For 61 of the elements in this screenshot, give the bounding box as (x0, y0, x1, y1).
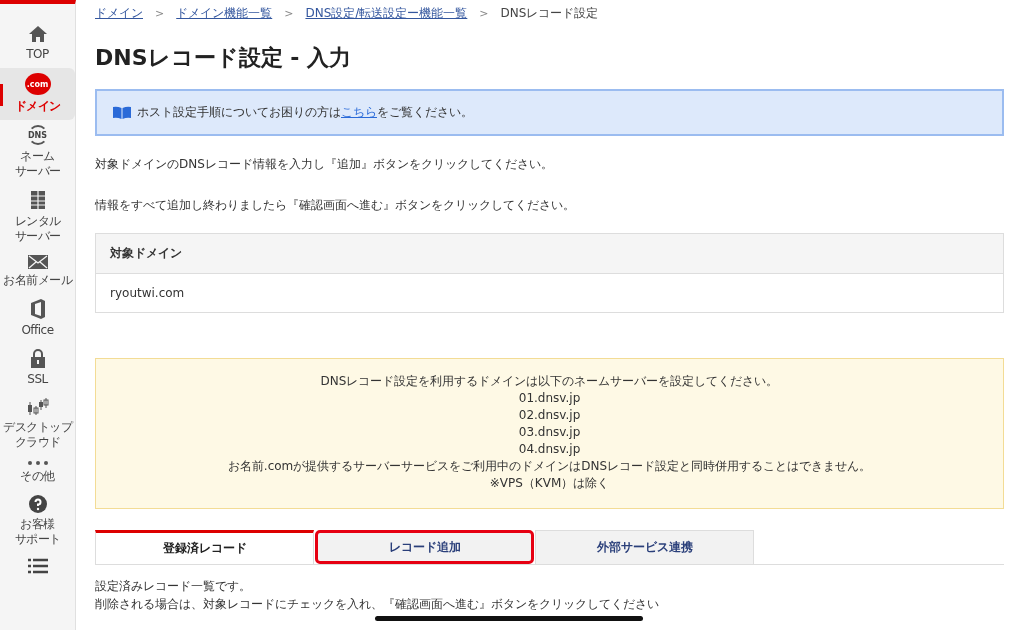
notice-line: 04.dnsv.jp (518, 441, 581, 458)
lock-icon (29, 349, 46, 368)
table-cell-text: ryoutwi.com (109, 285, 186, 302)
notice-line: お名前.comが提供するサーバーサービスをご利用中のドメインはDNSレコード設定と同時併用することはできません。 (227, 458, 872, 475)
home-icon (27, 25, 48, 43)
sidebar-label: SSL (27, 372, 48, 387)
breadcrumb-link[interactable]: ドメイン (95, 5, 143, 22)
sidebar-label: ドメイン (14, 99, 61, 114)
breadcrumb-separator: > (284, 7, 294, 20)
sidebar-item[interactable]: その他 (0, 456, 75, 490)
sidebar-label: Office (21, 323, 54, 338)
dotcom-icon: .com (24, 73, 51, 95)
sidebar-label: ネーム (20, 149, 55, 164)
more-icon (27, 461, 48, 465)
breadcrumb-link[interactable]: DNS設定/転送設定ー機能一覧 (305, 5, 468, 22)
book-icon (113, 106, 131, 119)
sidebar-label: TOP (26, 47, 49, 62)
breadcrumb-current: DNSレコード設定 (500, 5, 599, 22)
sidebar-item[interactable]: SSL (0, 344, 75, 393)
page-title: DNSレコード設定 - 入力 (95, 44, 352, 72)
description-text: 削除される場合は、対象レコードにチェックを入れ、『確認画面へ進む』ボタンをクリックしてください (95, 596, 660, 613)
notice-line: 02.dnsv.jp (518, 407, 581, 424)
sidebar-item[interactable]: デスクトップ クラウド (0, 393, 75, 456)
notice-line: 03.dnsv.jp (518, 424, 581, 441)
sidebar-label: お客様 (20, 517, 55, 532)
sidebar-label: レンタル (14, 214, 61, 229)
notice-line: 01.dnsv.jp (518, 390, 581, 407)
sidebar-label: サーバー (14, 164, 61, 179)
sidebar-label: お名前メール (3, 273, 72, 288)
instruction-text: 対象ドメインのDNSレコード情報を入力し『追加』ボタンをクリックしてください。 (95, 156, 554, 173)
sidebar-item[interactable]: レンタル サーバー (0, 185, 75, 250)
sidebar-label: サポート (14, 532, 61, 547)
sidebar-item[interactable]: TOP (0, 20, 75, 68)
tab[interactable]: レコード追加 (315, 530, 534, 564)
sidebar-item[interactable]: お名前メール (0, 250, 75, 294)
tab[interactable]: 外部サービス連携 (535, 530, 754, 564)
help-link[interactable]: こちら (341, 105, 377, 119)
info-text: ホスト設定手順についてお困りの方はこちら をご覧ください。 (137, 104, 473, 121)
sidebar-label: サーバー (14, 229, 61, 244)
help-icon (28, 495, 47, 513)
menu-icon[interactable] (27, 558, 48, 574)
candlestick-icon (26, 398, 49, 416)
sidebar-label: デスクトップ (3, 420, 72, 435)
breadcrumb-separator: > (155, 7, 165, 20)
sidebar-item[interactable]: .com ドメイン (0, 68, 75, 120)
sidebar-item[interactable]: DNS ネーム サーバー (0, 120, 75, 185)
sidebar-label: その他 (20, 469, 55, 484)
sidebar-label: クラウド (14, 435, 61, 450)
mail-icon (27, 255, 48, 269)
building-icon (29, 190, 46, 210)
notice-line: ※VPS（KVM）は除く (489, 475, 610, 492)
table-header: 対象ドメイン (96, 234, 1003, 274)
tab[interactable]: 登録済レコード (95, 530, 314, 564)
sidebar-item[interactable]: お客様 サポート (0, 490, 75, 553)
breadcrumb-separator: > (479, 7, 489, 20)
notice-line: DNSレコード設定を利用するドメインは以下のネームサーバーを設定してください。 (320, 373, 779, 390)
description-text: 設定済みレコード一覧です。 (95, 578, 252, 595)
office-icon (29, 299, 46, 319)
breadcrumb-link[interactable]: ドメイン機能一覧 (176, 5, 273, 22)
instruction-text: 情報をすべて追加し終わりましたら『確認画面へ進む』ボタンをクリックしてください。 (95, 197, 576, 214)
sidebar-item[interactable]: Office (0, 294, 75, 344)
